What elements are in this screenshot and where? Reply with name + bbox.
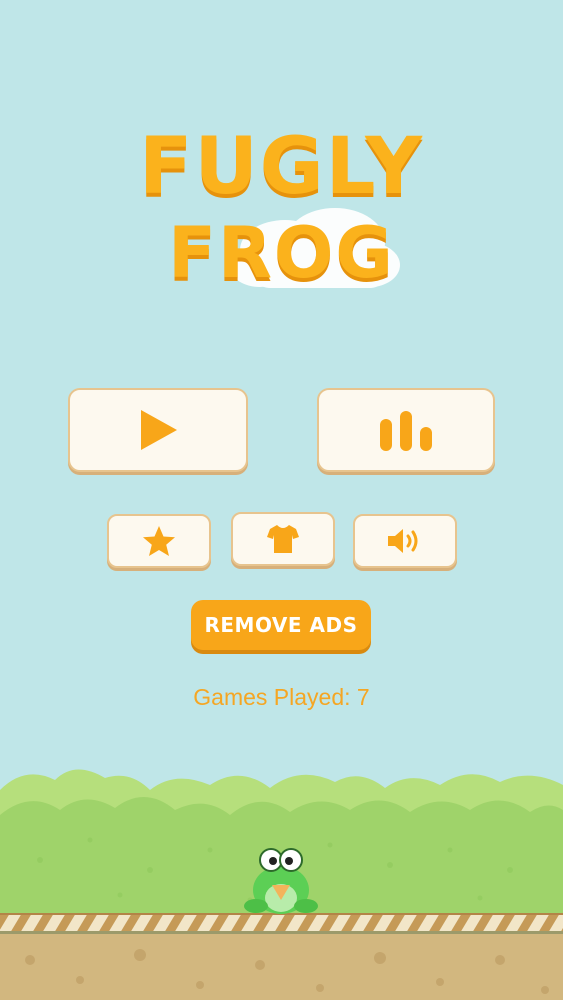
tshirt-icon [267,525,299,553]
leaderboard-icon [380,411,432,451]
play-icon [141,410,177,450]
rate-button[interactable] [107,514,211,568]
ground [0,934,563,1000]
skins-button[interactable] [231,512,335,566]
game-title-line-1: FUGLY [139,122,424,212]
sound-toggle-button[interactable] [353,514,457,568]
ground-scene [0,769,563,1000]
leaderboard-button[interactable] [317,388,495,472]
speaker-icon [388,529,418,553]
games-played-value: 7 [356,684,370,710]
remove-ads-button[interactable]: REMOVE ADS [191,600,371,650]
star-icon [143,526,175,556]
games-played-stat: Games Played: 7 [0,684,563,711]
game-title-line-2: FROG [168,212,395,294]
games-played-label: Games Played: [193,684,351,710]
play-button[interactable] [68,388,248,472]
